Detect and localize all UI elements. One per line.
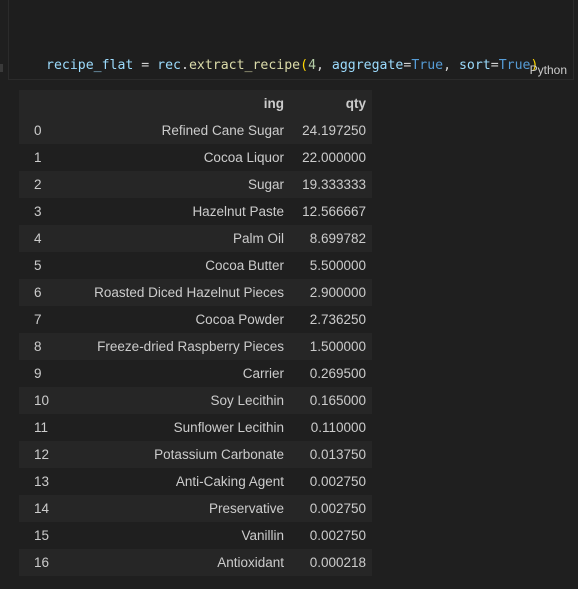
ing-cell: Hazelnut Paste bbox=[192, 204, 284, 219]
cell-gutter-marker bbox=[0, 64, 3, 72]
row-index: 4 bbox=[34, 231, 42, 246]
table-row: 3 Hazelnut Paste 12.566667 bbox=[19, 198, 372, 225]
table-row: 5 Cocoa Butter 5.500000 bbox=[19, 252, 372, 279]
qty-cell: 22.000000 bbox=[302, 150, 366, 165]
row-index: 12 bbox=[34, 447, 50, 462]
code-token: True bbox=[411, 58, 444, 73]
qty-cell: 0.002750 bbox=[309, 474, 366, 489]
code-token: . bbox=[181, 58, 189, 73]
code-token: 4 bbox=[308, 58, 317, 73]
table-row: 8 Freeze-dried Raspberry Pieces 1.500000 bbox=[19, 333, 372, 360]
code-token: = bbox=[490, 58, 499, 73]
table-row: 13 Anti-Caking Agent 0.002750 bbox=[19, 468, 372, 495]
qty-cell: 0.002750 bbox=[309, 501, 366, 516]
ing-cell: Vanillin bbox=[241, 528, 284, 543]
code-cell[interactable]: recipe_flat = rec.extract_recipe(4, aggr… bbox=[8, 0, 574, 133]
qty-cell: 2.900000 bbox=[309, 285, 366, 300]
table-row: 6 Roasted Diced Hazelnut Pieces 2.900000 bbox=[19, 279, 372, 306]
code-token: extract_recipe bbox=[188, 58, 301, 73]
qty-cell: 0.000218 bbox=[309, 555, 366, 570]
ing-cell: Palm Oil bbox=[232, 231, 284, 246]
row-index: 9 bbox=[34, 366, 42, 381]
ing-cell: Freeze-dried Raspberry Pieces bbox=[97, 339, 284, 354]
row-index: 3 bbox=[34, 204, 42, 219]
index-header bbox=[19, 90, 58, 117]
row-index: 11 bbox=[34, 420, 49, 435]
row-index: 5 bbox=[34, 258, 42, 273]
table-row: 2 Sugar 19.333333 bbox=[19, 171, 372, 198]
code-token: rec bbox=[157, 58, 181, 73]
table-row: 12 Potassium Carbonate 0.013750 bbox=[19, 441, 372, 468]
ing-cell: Antioxidant bbox=[217, 555, 284, 570]
row-index: 16 bbox=[34, 555, 50, 570]
table-row: 16 Antioxidant 0.000218 bbox=[19, 549, 372, 576]
qty-cell: 12.566667 bbox=[302, 204, 366, 219]
table-body: 0 Refined Cane Sugar 24.197250 1 Cocoa Liquo… bbox=[19, 117, 372, 576]
row-index: 0 bbox=[34, 123, 42, 138]
column-header-qty: qty bbox=[345, 96, 366, 111]
ing-cell: Anti-Caking Agent bbox=[175, 474, 284, 489]
ing-cell: Sugar bbox=[247, 177, 284, 192]
ing-cell: Potassium Carbonate bbox=[154, 447, 284, 462]
code-token: True bbox=[498, 58, 531, 73]
table-row: 14 Preservative 0.002750 bbox=[19, 495, 372, 522]
table-header-row: ing qty bbox=[19, 90, 372, 117]
table-row: 4 Palm Oil 8.699782 bbox=[19, 225, 372, 252]
ing-cell: Roasted Diced Hazelnut Pieces bbox=[94, 285, 284, 300]
column-header-ing: ing bbox=[263, 96, 284, 111]
qty-cell: 24.197250 bbox=[302, 123, 366, 138]
row-index: 2 bbox=[34, 177, 42, 192]
table-row: 1 Cocoa Liquor 22.000000 bbox=[19, 144, 372, 171]
ing-cell: Refined Cane Sugar bbox=[161, 123, 284, 138]
qty-cell: 0.110000 bbox=[310, 420, 366, 435]
ing-cell: Carrier bbox=[242, 366, 284, 381]
table-row: 7 Cocoa Powder 2.736250 bbox=[19, 306, 372, 333]
ing-cell: Cocoa Liquor bbox=[203, 150, 284, 165]
table-row: 15 Vanillin 0.002750 bbox=[19, 522, 372, 549]
code-token: = bbox=[133, 58, 158, 73]
qty-cell: 1.500000 bbox=[309, 339, 366, 354]
row-index: 1 bbox=[34, 150, 42, 165]
qty-cell: 0.013750 bbox=[309, 447, 366, 462]
table-row: 10 Soy Lecithin 0.165000 bbox=[19, 387, 372, 414]
language-indicator[interactable]: Python bbox=[530, 63, 567, 77]
qty-cell: 8.699782 bbox=[309, 231, 366, 246]
table-row: 11 Sunflower Lecithin 0.110000 bbox=[19, 414, 372, 441]
code-token: recipe_flat bbox=[46, 58, 134, 73]
code-token: aggregate bbox=[331, 58, 404, 73]
qty-cell: 5.500000 bbox=[309, 258, 366, 273]
code-token: , bbox=[316, 58, 332, 73]
ing-cell: Preservative bbox=[208, 501, 284, 516]
code-line-1: recipe_flat = rec.extract_recipe(4, aggr… bbox=[46, 56, 538, 76]
qty-cell: 19.333333 bbox=[302, 177, 366, 192]
code-token: , bbox=[443, 58, 459, 73]
ing-cell: Soy Lecithin bbox=[210, 393, 284, 408]
row-index: 7 bbox=[34, 312, 42, 327]
code-token: ( bbox=[300, 58, 309, 73]
qty-cell: 0.002750 bbox=[309, 528, 366, 543]
dataframe-table: ing qty 0 Refined Cane Sugar 24.197250 1 Coc… bbox=[19, 90, 372, 576]
qty-cell: 2.736250 bbox=[309, 312, 366, 327]
table-row: 9 Carrier 0.269500 bbox=[19, 360, 372, 387]
ing-cell: Cocoa Powder bbox=[195, 312, 284, 327]
row-index: 13 bbox=[34, 474, 50, 489]
row-index: 14 bbox=[34, 501, 50, 516]
ing-cell: Cocoa Butter bbox=[205, 258, 284, 273]
row-index: 15 bbox=[34, 528, 50, 543]
row-index: 6 bbox=[34, 285, 42, 300]
row-index: 8 bbox=[34, 339, 42, 354]
row-index: 10 bbox=[34, 393, 50, 408]
cell-output: ing qty 0 Refined Cane Sugar 24.197250 1 Coc… bbox=[19, 90, 372, 576]
ing-cell: Sunflower Lecithin bbox=[173, 420, 284, 435]
code-token: sort bbox=[458, 58, 491, 73]
qty-cell: 0.269500 bbox=[309, 366, 366, 381]
table-row: 0 Refined Cane Sugar 24.197250 bbox=[19, 117, 372, 144]
qty-cell: 0.165000 bbox=[309, 393, 366, 408]
